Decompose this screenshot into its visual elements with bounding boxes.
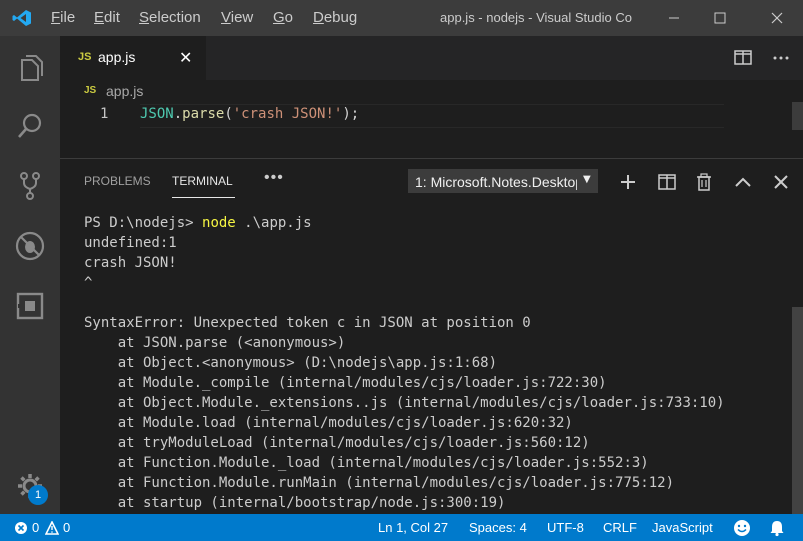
terminal-output-text: undefined:1 crash JSON! ^ SyntaxError: U… — [84, 235, 725, 511]
menu-file[interactable]: File — [51, 9, 75, 26]
activity-bar: 1 — [0, 36, 60, 514]
split-terminal-icon[interactable] — [656, 171, 678, 193]
terminal-selector-value: 1: Microsoft.Notes.Desktop — [415, 174, 577, 190]
error-icon[interactable] — [14, 521, 28, 535]
cursor-position[interactable]: Ln 1, Col 27 — [378, 520, 448, 535]
terminal-scrollbar[interactable] — [792, 307, 803, 515]
line-ending[interactable]: CRLF — [603, 520, 637, 535]
search-icon[interactable] — [12, 108, 48, 144]
kill-terminal-trash-icon[interactable] — [693, 171, 715, 193]
tab-close-icon[interactable]: ✕ — [179, 48, 192, 68]
tab-terminal[interactable]: TERMINAL — [172, 174, 233, 188]
vscode-logo-icon — [12, 10, 31, 26]
settings-badge: 1 — [28, 485, 48, 505]
extensions-icon[interactable] — [12, 288, 48, 324]
new-terminal-icon[interactable] — [617, 171, 639, 193]
breadcrumb-file[interactable]: app.js — [106, 83, 143, 99]
line-number: 1 — [100, 106, 109, 122]
js-file-icon: JS — [84, 85, 97, 96]
menu-view[interactable]: View — [221, 9, 253, 26]
bottom-panel: PROBLEMS TERMINAL ••• 1: Microsoft.Notes… — [60, 158, 803, 515]
editor-scrollbar[interactable] — [792, 102, 803, 130]
js-file-icon: JS — [78, 51, 92, 63]
editor-tab-bar: JS app.js ✕ — [60, 36, 803, 80]
menu-go[interactable]: Go — [273, 9, 293, 26]
title-bar: File Edit Selection View Go Debug app.js… — [0, 0, 803, 36]
menu-debug[interactable]: Debug — [313, 9, 357, 26]
panel-more-icon[interactable]: ••• — [264, 169, 284, 187]
terminal-command: node — [202, 215, 236, 231]
notifications-bell-icon[interactable] — [768, 519, 786, 537]
source-control-icon[interactable] — [12, 168, 48, 204]
code-line[interactable]: JSON.parse('crash JSON!'); — [140, 106, 359, 122]
active-tab-indicator — [172, 197, 235, 198]
maximize-icon[interactable] — [697, 0, 743, 36]
explorer-icon[interactable] — [12, 50, 48, 86]
window-title: app.js - nodejs - Visual Studio Code — [440, 10, 632, 25]
terminal-args: .\app.js — [235, 215, 312, 231]
dropdown-arrow-icon: ▼ — [583, 174, 591, 185]
terminal-output[interactable]: PS D:\nodejs> node .\app.js undefined:1 … — [84, 213, 725, 513]
encoding[interactable]: UTF-8 — [547, 520, 584, 535]
more-actions-icon[interactable] — [769, 46, 793, 70]
tab-label: app.js — [98, 49, 136, 65]
language-mode[interactable]: JavaScript — [652, 520, 713, 535]
feedback-smiley-icon[interactable] — [733, 519, 751, 537]
status-bar: 0 0 Ln 1, Col 27 Spaces: 4 UTF-8 CRLF Ja… — [0, 514, 803, 541]
code-editor[interactable]: 1 JSON.parse('crash JSON!'); — [60, 102, 803, 158]
error-count[interactable]: 0 — [32, 520, 39, 535]
maximize-panel-chevron-up-icon[interactable] — [732, 171, 754, 193]
warning-count[interactable]: 0 — [63, 520, 70, 535]
terminal-selector[interactable]: 1: Microsoft.Notes.Desktop ▼ — [408, 169, 598, 193]
debug-icon[interactable] — [12, 228, 48, 264]
split-editor-icon[interactable] — [731, 46, 755, 70]
warning-icon[interactable] — [45, 521, 59, 535]
indentation[interactable]: Spaces: 4 — [469, 520, 527, 535]
menu-edit[interactable]: Edit — [94, 9, 120, 26]
terminal-prompt: PS D:\nodejs> — [84, 215, 203, 231]
tab-problems[interactable]: PROBLEMS — [84, 174, 151, 188]
close-window-icon[interactable] — [753, 0, 799, 36]
tab-app-js[interactable]: JS app.js ✕ — [60, 36, 206, 80]
menu-selection[interactable]: Selection — [139, 9, 201, 26]
close-panel-icon[interactable] — [770, 171, 792, 193]
minimize-icon[interactable] — [651, 0, 697, 36]
